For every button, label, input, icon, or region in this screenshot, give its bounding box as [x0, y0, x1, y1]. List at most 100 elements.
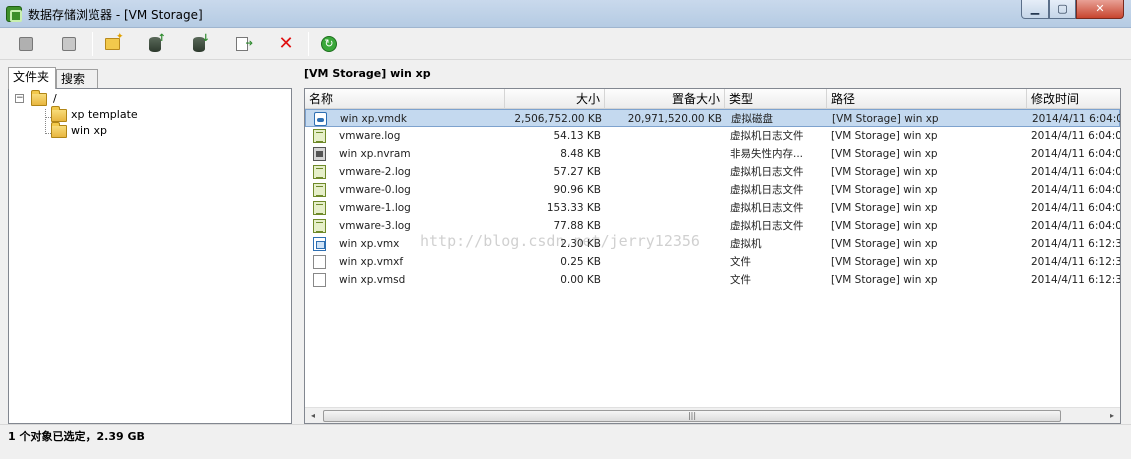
file-size: 90.96 KB	[553, 184, 602, 196]
tree-item-label: /	[53, 92, 57, 105]
column-header-provisioned-size[interactable]: 置备大小	[605, 89, 725, 109]
file-path: [VM Storage] win xp	[831, 274, 938, 286]
scroll-thumb[interactable]: |||	[323, 410, 1061, 422]
status-bar: 1 个对象已选定，2.39 GB	[0, 424, 1131, 444]
nvram-file-icon	[313, 147, 326, 161]
file-provisioned-size	[605, 235, 721, 253]
folder-tree: − / xp template win xp	[8, 88, 292, 424]
file-type: 文件	[730, 274, 751, 286]
close-button[interactable]: ✕	[1076, 0, 1124, 19]
column-header-name[interactable]: 名称	[305, 89, 505, 109]
file-provisioned-size	[605, 163, 721, 181]
table-row[interactable]: win xp.vmxf 0.25 KB 文件 [VM Storage] win xp 2…	[305, 253, 1120, 271]
file-modified: 2014/4/11 6:04:09	[1031, 130, 1120, 142]
status-text: 1 个对象已选定，2.39 GB	[8, 430, 145, 443]
file-name: win xp.vmsd	[339, 274, 406, 286]
file-modified: 2014/4/11 6:04:09	[1031, 220, 1120, 232]
current-path: [VM Storage] win xp	[304, 67, 431, 80]
file-size: 2.30 KB	[560, 238, 601, 250]
scroll-right-icon[interactable]: ▸	[1104, 408, 1120, 424]
file-modified: 2014/4/11 6:12:38	[1031, 238, 1120, 250]
column-header-size[interactable]: 大小	[505, 89, 605, 109]
new-folder-button[interactable]	[100, 32, 124, 56]
download-button[interactable]	[187, 32, 211, 56]
table-row[interactable]: vmware-1.log 153.33 KB 虚拟机日志文件 [VM Storage]…	[305, 199, 1120, 217]
tree-line	[45, 109, 46, 134]
vm-button[interactable]	[14, 32, 38, 56]
move-icon	[236, 37, 253, 51]
file-name: vmware.log	[339, 130, 401, 142]
toolbar-separator	[308, 32, 309, 56]
tree-item-label: win xp	[71, 124, 108, 137]
file-modified: 2014/4/11 6:04:08	[1031, 202, 1120, 214]
maximize-button[interactable]: ▢	[1049, 0, 1076, 19]
tab-folders[interactable]: 文件夹	[8, 67, 56, 89]
file-provisioned-size	[605, 199, 721, 217]
horizontal-scrollbar[interactable]: ◂ ||| ▸	[305, 407, 1120, 423]
table-row[interactable]: vmware-0.log 90.96 KB 虚拟机日志文件 [VM Storage] …	[305, 181, 1120, 199]
move-button[interactable]	[230, 32, 254, 56]
upload-button[interactable]	[143, 32, 167, 56]
file-path: [VM Storage] win xp	[831, 220, 938, 232]
delete-button[interactable]: ✕	[274, 32, 298, 56]
file-size: 8.48 KB	[560, 148, 601, 160]
file-path: [VM Storage] win xp	[831, 238, 938, 250]
file-path: [VM Storage] win xp	[831, 130, 938, 142]
file-size: 153.33 KB	[546, 202, 601, 214]
new-folder-icon	[104, 32, 123, 50]
upload-vm-button[interactable]	[57, 32, 81, 56]
file-type: 虚拟机日志文件	[730, 220, 804, 232]
download-icon	[193, 33, 210, 52]
file-size: 2,506,752.00 KB	[514, 113, 602, 125]
table-row[interactable]: vmware-2.log 57.27 KB 虚拟机日志文件 [VM Storage] …	[305, 163, 1120, 181]
file-path: [VM Storage] win xp	[831, 202, 938, 214]
file-type: 文件	[730, 256, 751, 268]
log-file-icon	[313, 165, 326, 179]
refresh-button[interactable]: ↻	[317, 32, 341, 56]
column-header-modified[interactable]: 修改时间	[1027, 89, 1120, 109]
file-provisioned-size	[605, 145, 721, 163]
log-file-icon	[313, 201, 326, 215]
vmx-file-icon	[313, 237, 326, 251]
file-list-header: 名称 大小 置备大小 类型 路径 修改时间	[305, 89, 1120, 109]
file-path: [VM Storage] win xp	[831, 148, 938, 160]
file-size: 54.13 KB	[553, 130, 602, 142]
file-provisioned-size	[605, 217, 721, 235]
file-size: 57.27 KB	[553, 166, 602, 178]
file-list: 名称 大小 置备大小 类型 路径 修改时间 win xp.vmdk 2,506,7…	[304, 88, 1121, 424]
file-type: 虚拟机日志文件	[730, 130, 804, 142]
table-row[interactable]: win xp.vmdk 2,506,752.00 KB 20,971,520.00 …	[305, 109, 1120, 127]
window-title: 数据存储浏览器 - [VM Storage]	[28, 8, 203, 22]
file-name: win xp.nvram	[339, 148, 411, 160]
table-row[interactable]: win xp.vmsd 0.00 KB 文件 [VM Storage] win xp 2…	[305, 271, 1120, 289]
file-name: win xp.vmdk	[340, 113, 407, 125]
collapse-icon[interactable]: −	[15, 94, 24, 103]
file-file-icon	[313, 273, 326, 287]
table-row[interactable]: win xp.nvram 8.48 KB 非易失性内存... [VM Storage]…	[305, 145, 1120, 163]
refresh-icon: ↻	[321, 36, 337, 52]
file-path: [VM Storage] win xp	[832, 113, 939, 125]
column-header-type[interactable]: 类型	[725, 89, 827, 109]
file-provisioned-size	[605, 181, 721, 199]
column-header-path[interactable]: 路径	[827, 89, 1027, 109]
file-path: [VM Storage] win xp	[831, 184, 938, 196]
file-name: win xp.vmx	[339, 238, 400, 250]
file-size: 0.25 KB	[560, 256, 601, 268]
tree-item-label: xp template	[71, 108, 138, 121]
tab-search[interactable]: 搜索	[56, 69, 98, 88]
scroll-left-icon[interactable]: ◂	[305, 408, 321, 424]
upload-vm-icon	[62, 37, 76, 51]
table-row[interactable]: vmware-3.log 77.88 KB 虚拟机日志文件 [VM Storage] …	[305, 217, 1120, 235]
file-type: 虚拟机日志文件	[730, 202, 804, 214]
file-modified: 2014/4/11 6:04:08	[1031, 148, 1120, 160]
file-provisioned-size	[605, 271, 721, 289]
table-row[interactable]: vmware.log 54.13 KB 虚拟机日志文件 [VM Storage] wi…	[305, 127, 1120, 145]
file-size: 77.88 KB	[553, 220, 602, 232]
toolbar: ✕ ↻	[0, 28, 1131, 60]
log-file-icon	[313, 129, 326, 143]
table-row[interactable]: win xp.vmx 2.30 KB 虚拟机 [VM Storage] win xp 2…	[305, 235, 1120, 253]
file-name: vmware-3.log	[339, 220, 411, 232]
file-name: vmware-0.log	[339, 184, 411, 196]
file-modified: 2014/4/11 6:04:08	[1031, 166, 1120, 178]
minimize-button[interactable]: ▁	[1021, 0, 1049, 19]
